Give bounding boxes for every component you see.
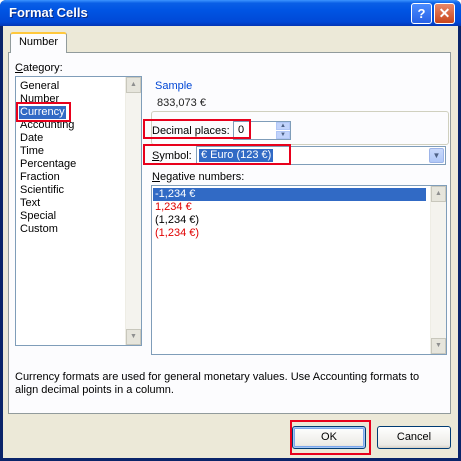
spin-up-icon[interactable]: ▲ (276, 122, 290, 130)
symbol-label: Symbol: (152, 150, 192, 162)
category-list[interactable]: General Number Currency Accounting Date Time P… (15, 76, 142, 346)
category-label: Category: (15, 62, 63, 74)
category-item[interactable]: General (19, 80, 60, 93)
close-icon: ✕ (438, 5, 451, 21)
symbol-label-text: ymbol: (159, 150, 192, 162)
tab-number[interactable]: Number (10, 32, 67, 53)
category-item[interactable]: Fraction (19, 171, 61, 184)
category-item[interactable]: Custom (19, 223, 59, 236)
symbol-select[interactable]: € Euro (123 €) ▼ (196, 146, 446, 165)
sample-value: 833,073 € (157, 97, 206, 109)
scroll-up-arrow-icon[interactable]: ▲ (431, 186, 446, 202)
category-item[interactable]: Accounting (19, 119, 75, 132)
scroll-down-arrow-icon[interactable]: ▼ (126, 329, 141, 345)
ok-button[interactable]: OK (292, 426, 366, 449)
title-bar[interactable]: Format Cells ? ✕ (0, 0, 461, 26)
scroll-up-arrow-icon[interactable]: ▲ (126, 77, 141, 93)
number-tab-panel: Category: General Number Currency Accountin… (8, 52, 451, 414)
category-item[interactable]: Scientific (19, 184, 65, 197)
category-label-text: ategory: (22, 62, 63, 74)
category-item[interactable]: Special (19, 210, 57, 223)
negative-number-option[interactable]: (1,234 €) (153, 227, 201, 240)
category-item[interactable]: Currency (19, 106, 66, 119)
negative-numbers-label: Negative numbers: (152, 171, 245, 183)
decimal-places-input[interactable]: 0 (238, 124, 244, 136)
help-icon: ? (417, 6, 426, 21)
category-item[interactable]: Time (19, 145, 45, 158)
category-item[interactable]: Date (19, 132, 44, 145)
negative-numbers-label-text: egative numbers: (159, 171, 245, 183)
format-description: Currency formats are used for general mo… (15, 371, 420, 396)
chevron-down-icon[interactable]: ▼ (429, 148, 444, 163)
spin-down-icon[interactable]: ▼ (276, 131, 290, 139)
category-scrollbar[interactable]: ▲ ▼ (125, 77, 141, 345)
cancel-button[interactable]: Cancel (377, 426, 451, 449)
decimal-places-label: Decimal places: (152, 125, 230, 137)
negative-number-option[interactable]: 1,234 € (153, 201, 194, 214)
negative-numbers-scrollbar[interactable]: ▲ ▼ (430, 186, 446, 354)
category-item[interactable]: Text (19, 197, 41, 210)
negative-numbers-list[interactable]: -1,234 €1,234 € (1,234 €) (1,234 €) ▲ ▼ (151, 185, 447, 355)
negative-number-option[interactable]: -1,234 € (153, 188, 426, 201)
help-button[interactable]: ? (411, 3, 432, 24)
format-cells-window: Format Cells ? ✕ Number Category: Genera… (0, 0, 461, 461)
dialog-client-area: Number Category: General Number Currency Ac… (3, 26, 458, 458)
negative-number-option[interactable]: (1,234 €) (153, 214, 201, 227)
category-item[interactable]: Percentage (19, 158, 77, 171)
sample-label: Sample (153, 80, 195, 92)
decimal-places-spinner[interactable]: 0 ▲ ▼ (233, 121, 291, 140)
category-item[interactable]: Number (19, 93, 60, 106)
close-button[interactable]: ✕ (434, 3, 455, 24)
scroll-down-arrow-icon[interactable]: ▼ (431, 338, 446, 354)
symbol-selected-value: € Euro (123 €) (197, 148, 275, 163)
window-title: Format Cells (9, 5, 88, 20)
